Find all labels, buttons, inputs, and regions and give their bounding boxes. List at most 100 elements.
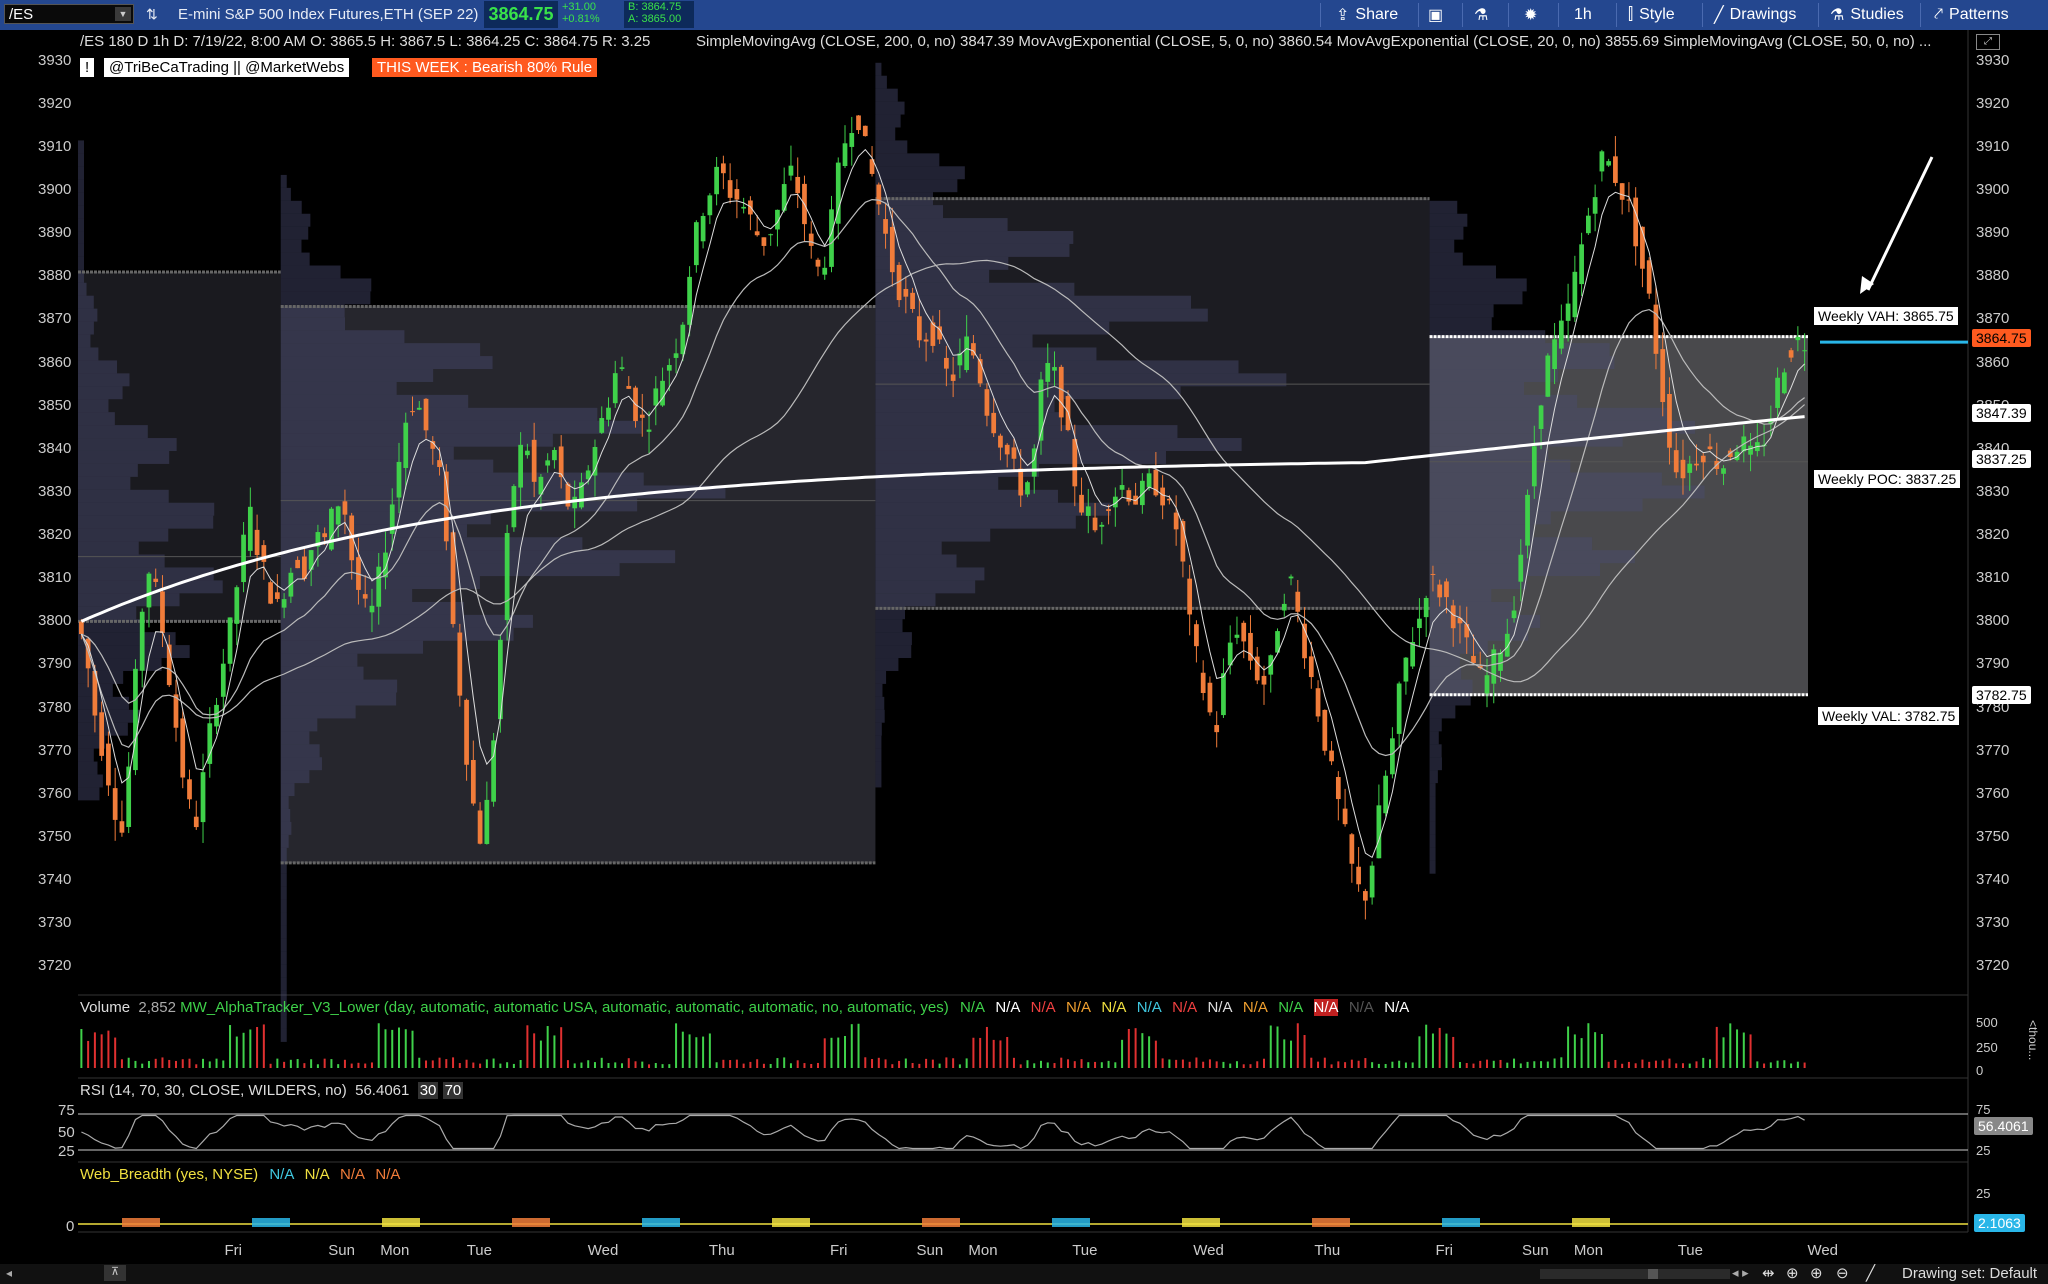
scrollbar-track[interactable] [1540,1269,1730,1279]
volume-profile-bar [875,658,899,671]
studies-button[interactable]: ⚗ Studies [1830,0,1904,30]
volume-profile-bar [280,459,494,473]
volume-bar [1763,1063,1766,1068]
volume-profile-bar [1429,524,1534,538]
breadth-label: Web_Breadth (yes, NYSE) N/A N/A N/A N/A [80,1166,400,1183]
volume-bar [648,1064,651,1068]
chart-settings-button[interactable]: ▣ [1428,0,1443,30]
patterns-label: Patterns [1949,6,2009,23]
volume-bar [1769,1062,1772,1068]
candle-body [1004,444,1010,455]
volume-profile-bar [1429,550,1635,564]
candle-body [1106,509,1111,511]
na-flag: N/A [1172,999,1197,1016]
zoom-out-icon[interactable]: ⊖ [1836,1264,1849,1282]
volume-profile-bar [280,640,424,654]
volume-profile-bar [875,75,887,89]
volume-bar [1749,1034,1752,1068]
price-tick-left: 3880 [38,267,72,285]
volume-bar [634,1061,637,1068]
breadth-marker: 2.1063 [1974,1214,2025,1232]
volume-bar [1513,1058,1516,1068]
drawings-button[interactable]: ╱ Drawings [1714,0,1796,30]
volume-bar [1344,1062,1347,1068]
volume-profile-bar [280,783,295,797]
info-icon[interactable]: ! [80,58,95,77]
link-icon[interactable]: ⇅ [146,6,158,23]
settings-button[interactable]: ✹ [1524,0,1537,30]
candle-body [1444,581,1449,598]
candle-body [322,533,328,538]
scroll-left-icon[interactable]: ◂ [6,1266,12,1280]
volume-profile-bar [875,321,1110,335]
scrollbar-thumb[interactable] [1648,1269,1658,1279]
price-tick-left: 3780 [38,698,72,716]
scroll-right-icon[interactable]: ◂ ▸ [1732,1265,1749,1281]
volume-profile-bar [1429,343,1610,357]
volume-profile-bar [875,761,882,775]
volume-profile-bar [875,696,885,710]
volume-bar [289,1059,292,1068]
chevron-down-icon[interactable]: ▼ [115,7,131,21]
volume-profile-bar [1429,356,1615,370]
day-label: Tue [466,1242,492,1259]
volume-bar [80,1029,83,1068]
volume-bar [127,1057,130,1068]
patterns-button[interactable]: ⤤ Patterns [1934,0,2009,30]
volume-bar [93,1032,96,1068]
volume-profile-bar [280,757,322,771]
last-price-marker: 3864.75 [1972,329,2031,347]
volume-profile-bar [280,808,291,822]
volume-bar [134,1060,137,1068]
volume-unit: <thou... [2026,1020,2040,1061]
volume-bar [1242,1064,1245,1068]
drawings-label: Drawings [1729,6,1797,23]
volume-profile-bar [875,554,957,568]
style-button[interactable]: ⫿ Style [1628,0,1675,30]
zoom-in-icon[interactable]: ⊕ [1810,1264,1823,1282]
candle-body [99,712,105,756]
chart-expand-icon[interactable]: ⤢ [1976,34,2000,50]
volume-bar [438,1057,441,1068]
volume-profile-bar [280,239,302,253]
day-label: Mon [380,1242,410,1259]
volume-bar [958,1064,961,1068]
candle-body [1085,506,1091,516]
candle-body [1119,485,1125,490]
volume-profile-bar [1429,731,1439,745]
volume-profile-bar [875,476,999,490]
na-flag: N/A [1278,999,1303,1016]
price-tick-left: 3910 [38,137,72,155]
candle-body [220,663,226,697]
price-tick-left: 3760 [38,784,72,802]
volume-tick: 500 [1976,1015,1998,1030]
flask-button[interactable]: ⚗ [1474,0,1488,30]
volume-bar [1317,1061,1320,1068]
day-label: Tue [1677,1242,1703,1259]
interval-button[interactable]: 1h [1574,0,1592,30]
volume-profile-bar [78,256,84,270]
candle-body [1430,573,1436,575]
candle-body [1342,808,1348,825]
candle-body [416,407,422,410]
symbol-input[interactable]: /ES ▼ [4,4,134,24]
candle-body [964,336,970,371]
zoom-fit-icon[interactable]: ⇹ [1762,1264,1775,1282]
share-button[interactable]: ⇪ Share [1336,0,1398,30]
volume-bar [587,1060,590,1068]
volume-bar [465,1059,468,1068]
reset-icon[interactable]: ⊼ [104,1265,126,1281]
candle-body [815,259,821,267]
candle-body [1552,339,1557,370]
candle-body [653,388,659,406]
volume-bar [87,1040,90,1068]
candle-body [187,779,192,800]
candle-body [173,694,179,728]
volume-profile-bar [78,528,169,542]
volume-bar [107,1030,110,1068]
volume-bar [310,1059,313,1068]
price-tick-left: 3800 [38,612,72,630]
crosshair-icon[interactable]: ⊕ [1786,1264,1799,1282]
draw-line-icon[interactable]: ╱ [1866,1264,1875,1282]
studies-label: Studies [1850,6,1904,23]
